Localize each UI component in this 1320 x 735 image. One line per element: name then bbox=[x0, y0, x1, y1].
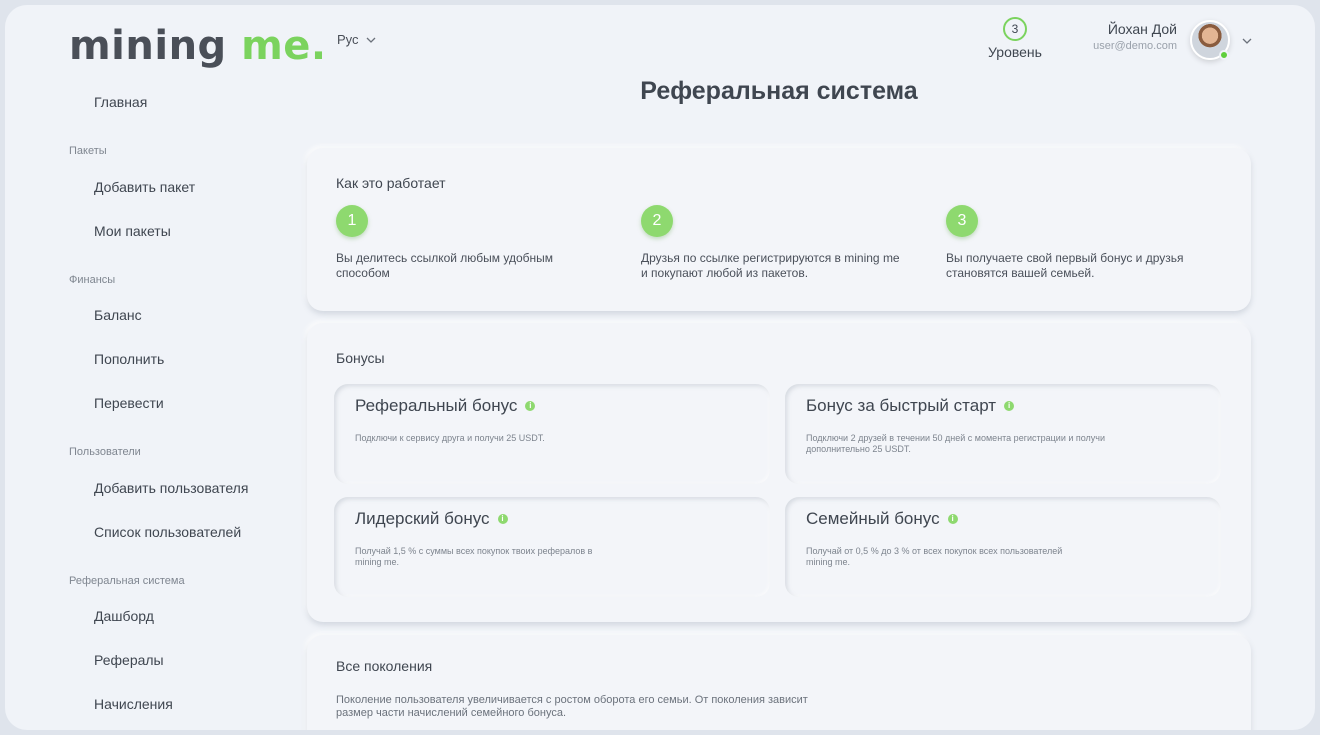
bonus-title: Реферальный бонус i bbox=[355, 396, 536, 416]
logo-accent: me. bbox=[241, 23, 327, 69]
user-info[interactable]: Йохан Дой user@demo.com bbox=[1085, 21, 1177, 52]
sidebar-item-add-user[interactable]: Добавить пользователя bbox=[94, 480, 248, 496]
sidebar-item-referrals[interactable]: Рефералы bbox=[94, 652, 164, 668]
app-window: mining me. Рус 3 Уровень Йохан Дой user@… bbox=[5, 5, 1315, 730]
step-number: 3 bbox=[946, 205, 978, 237]
card-title: Все поколения bbox=[336, 658, 433, 674]
step-1: 1 Вы делитесь ссылкой любым удобным спос… bbox=[336, 205, 596, 281]
bonus-description: Получай от 0,5 % до 3 % от всех покупок … bbox=[806, 546, 1063, 567]
sidebar-item-add-package[interactable]: Добавить пакет bbox=[94, 179, 195, 195]
step-2: 2 Друзья по ссылке регистрируются в mini… bbox=[641, 205, 901, 281]
logo[interactable]: mining me. bbox=[69, 23, 327, 69]
info-icon[interactable]: i bbox=[497, 514, 508, 524]
bonus-description: Подключи 2 друзей в течении 50 дней с мо… bbox=[806, 433, 1106, 454]
bonus-title: Бонус за быстрый старт i bbox=[806, 396, 1015, 416]
step-text: Вы делитесь ссылкой любым удобным способ… bbox=[336, 251, 554, 280]
bonus-leader[interactable]: Лидерский бонус i Получай 1,5 % с суммы … bbox=[334, 497, 770, 597]
step-3: 3 Вы получаете свой первый бонус и друзь… bbox=[946, 205, 1206, 281]
sidebar-section-packages: Пакеты bbox=[69, 145, 107, 157]
bonuses-card: Бонусы Реферальный бонус i Подключи к се… bbox=[307, 323, 1251, 622]
sidebar-section-finance: Финансы bbox=[69, 274, 116, 286]
sidebar-item-home[interactable]: Главная bbox=[94, 94, 147, 110]
user-level[interactable]: 3 Уровень bbox=[985, 17, 1045, 60]
chevron-down-icon bbox=[366, 37, 375, 43]
bonus-referral[interactable]: Реферальный бонус i Подключи к сервису д… bbox=[334, 384, 770, 484]
info-icon[interactable]: i bbox=[947, 514, 958, 524]
bonus-description: Подключи к сервису друга и получи 25 USD… bbox=[355, 433, 545, 443]
bonus-title: Семейный бонус i bbox=[806, 509, 958, 529]
sidebar-item-accruals[interactable]: Начисления bbox=[94, 696, 173, 712]
sidebar-item-transfer[interactable]: Перевести bbox=[94, 395, 164, 411]
bonus-title-text: Семейный бонус bbox=[806, 509, 940, 528]
bonus-title-text: Бонус за быстрый старт bbox=[806, 396, 997, 415]
generations-description: Поколение пользователя увеличивается с р… bbox=[336, 694, 808, 719]
sidebar-item-user-list[interactable]: Список пользователей bbox=[94, 524, 241, 540]
sidebar-item-balance[interactable]: Баланс bbox=[94, 307, 142, 323]
bonus-family[interactable]: Семейный бонус i Получай от 0,5 % до 3 %… bbox=[785, 497, 1221, 597]
card-title: Как это работает bbox=[336, 175, 446, 191]
sidebar-section-referral: Реферальная система bbox=[69, 575, 185, 587]
info-icon[interactable]: i bbox=[525, 401, 536, 411]
generations-card: Все поколения Поколение пользователя уве… bbox=[307, 635, 1251, 730]
info-icon[interactable]: i bbox=[1004, 401, 1015, 411]
page-title: Реферальная система bbox=[640, 77, 918, 105]
level-badge: 3 bbox=[1003, 17, 1027, 41]
sidebar-section-users: Пользователи bbox=[69, 446, 141, 458]
language-label: Рус bbox=[337, 32, 359, 47]
online-status-indicator bbox=[1219, 50, 1229, 60]
logo-main: mining bbox=[69, 23, 227, 69]
chevron-down-icon[interactable] bbox=[1241, 35, 1253, 47]
bonus-fast-start[interactable]: Бонус за быстрый старт i Подключи 2 друз… bbox=[785, 384, 1221, 484]
bonus-title-text: Лидерский бонус bbox=[355, 509, 490, 528]
user-email: user@demo.com bbox=[1093, 40, 1177, 52]
how-it-works-card: Как это работает 1 Вы делитесь ссылкой л… bbox=[307, 148, 1251, 311]
step-number: 2 bbox=[641, 205, 673, 237]
sidebar-item-dashboard[interactable]: Дашборд bbox=[94, 608, 154, 624]
language-selector[interactable]: Рус bbox=[337, 32, 377, 47]
step-number: 1 bbox=[336, 205, 368, 237]
bonus-title-text: Реферальный бонус bbox=[355, 396, 518, 415]
step-text: Друзья по ссылке регистрируются в mining… bbox=[641, 251, 900, 280]
step-text: Вы получаете свой первый бонус и друзья … bbox=[946, 251, 1184, 280]
card-title: Бонусы bbox=[336, 350, 385, 366]
bonus-description: Получай 1,5 % с суммы всех покупок твоих… bbox=[355, 546, 593, 567]
sidebar-item-my-packages[interactable]: Мои пакеты bbox=[94, 223, 171, 239]
level-label: Уровень bbox=[988, 44, 1042, 60]
user-name: Йохан Дой bbox=[1107, 21, 1177, 37]
bonus-title: Лидерский бонус i bbox=[355, 509, 508, 529]
sidebar-item-top-up[interactable]: Пополнить bbox=[94, 351, 164, 367]
